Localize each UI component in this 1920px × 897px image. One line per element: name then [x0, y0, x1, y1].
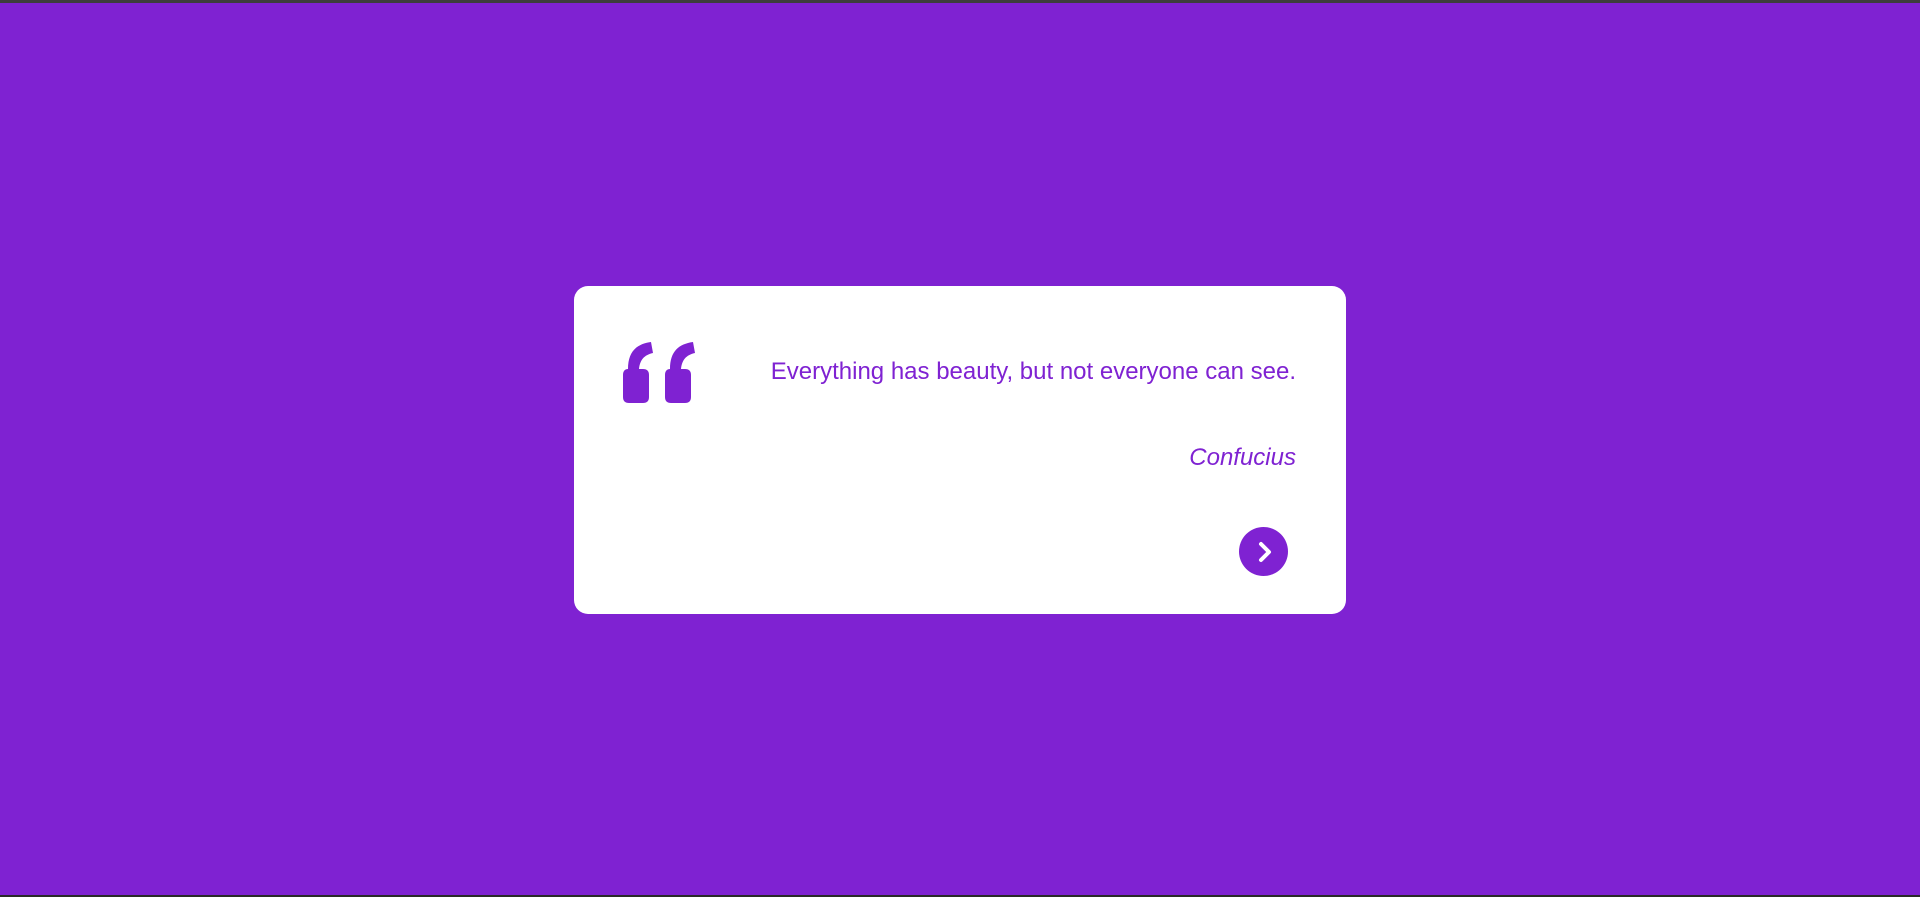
quote-left-icon [623, 341, 695, 403]
chevron-right-icon [1252, 540, 1276, 564]
quote-text: Everything has beauty, but not everyone … [770, 358, 1296, 385]
next-quote-button[interactable] [1239, 527, 1288, 576]
quote-author: Confucius [1189, 444, 1296, 471]
quote-card: Everything has beauty, but not everyone … [574, 286, 1346, 614]
top-border [0, 0, 1920, 3]
